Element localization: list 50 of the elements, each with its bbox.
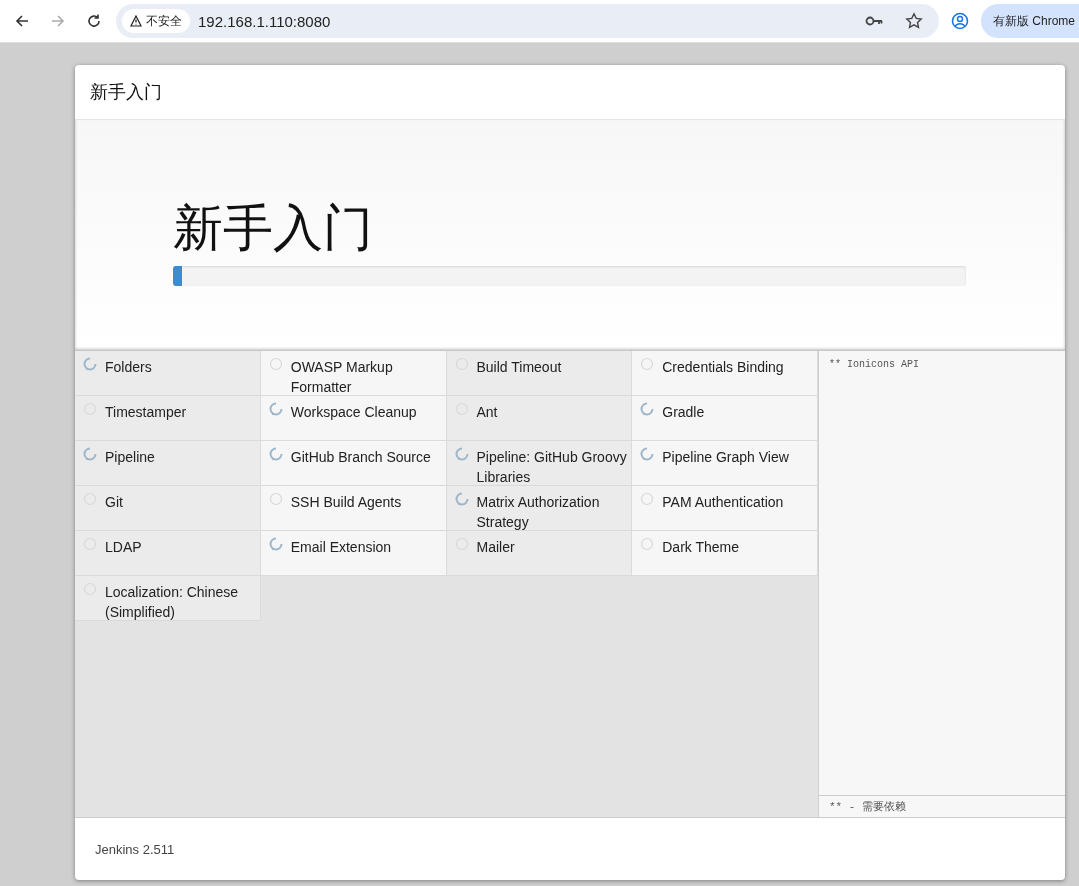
- update-button[interactable]: 有新版 Chrome: [981, 4, 1079, 38]
- circle-icon: [640, 357, 655, 371]
- circle-icon: [268, 357, 283, 371]
- log-legend: ** - 需要依赖: [819, 795, 1065, 817]
- plugin-name: OWASP Markup Formatter: [290, 358, 394, 397]
- spinner-icon: [454, 492, 469, 506]
- plugin-name: Credentials Binding: [662, 358, 784, 377]
- log-line: ** Ionicons API: [829, 359, 920, 370]
- plugin-name: Localization: Chinese (Simplified): [105, 583, 240, 622]
- circle-icon: [640, 537, 655, 551]
- back-arrow-icon: [14, 13, 30, 29]
- address-text[interactable]: 192.168.1.110:8080: [198, 12, 857, 30]
- plugin-name: Pipeline: GitHub Groovy Libraries: [476, 448, 628, 487]
- warning-icon: [130, 15, 142, 27]
- plugin-name: Pipeline Graph View: [662, 448, 789, 467]
- plugin-name: Dark Theme: [662, 538, 740, 557]
- plugin-name: SSH Build Agents: [290, 493, 402, 512]
- plugin-name: Gradle: [662, 403, 705, 422]
- spinner-icon: [268, 447, 283, 461]
- plugin-name: Matrix Authorization Strategy: [476, 493, 601, 532]
- spinner-icon: [640, 402, 655, 416]
- spinner-icon: [640, 447, 655, 461]
- key-icon[interactable]: [865, 15, 883, 27]
- forward-arrow-icon: [50, 13, 66, 29]
- version-label: Jenkins 2.511: [95, 841, 175, 857]
- spinner-icon: [268, 537, 283, 551]
- plugin-name: Ant: [476, 403, 498, 422]
- plugin-name: PAM Authentication: [662, 493, 784, 512]
- dialog-title: 新手入门: [90, 81, 162, 104]
- circle-icon: [640, 492, 655, 506]
- security-chip[interactable]: 不安全: [122, 9, 190, 33]
- reload-icon: [86, 13, 102, 29]
- spinner-icon: [83, 447, 97, 461]
- plugin-name: Workspace Cleanup: [290, 403, 417, 422]
- plugin-name: Git: [105, 493, 123, 512]
- plugin-name: Folders: [105, 358, 152, 377]
- plugin-name: Email Extension: [290, 538, 392, 557]
- plugin-name: LDAP: [105, 538, 142, 557]
- plugin-name: Mailer: [476, 538, 515, 557]
- spinner-icon: [454, 447, 469, 461]
- spinner-icon: [268, 402, 283, 416]
- plugin-name: Build Timeout: [476, 358, 562, 377]
- plugin-name: GitHub Branch Source: [290, 448, 431, 467]
- star-icon[interactable]: [905, 12, 923, 30]
- profile-icon[interactable]: [951, 12, 969, 30]
- circle-icon: [268, 492, 283, 506]
- spinner-icon: [83, 357, 97, 371]
- plugin-name: Timestamper: [105, 403, 187, 422]
- plugin-name: Pipeline: [105, 448, 155, 467]
- page-heading: 新手入门: [173, 199, 374, 258]
